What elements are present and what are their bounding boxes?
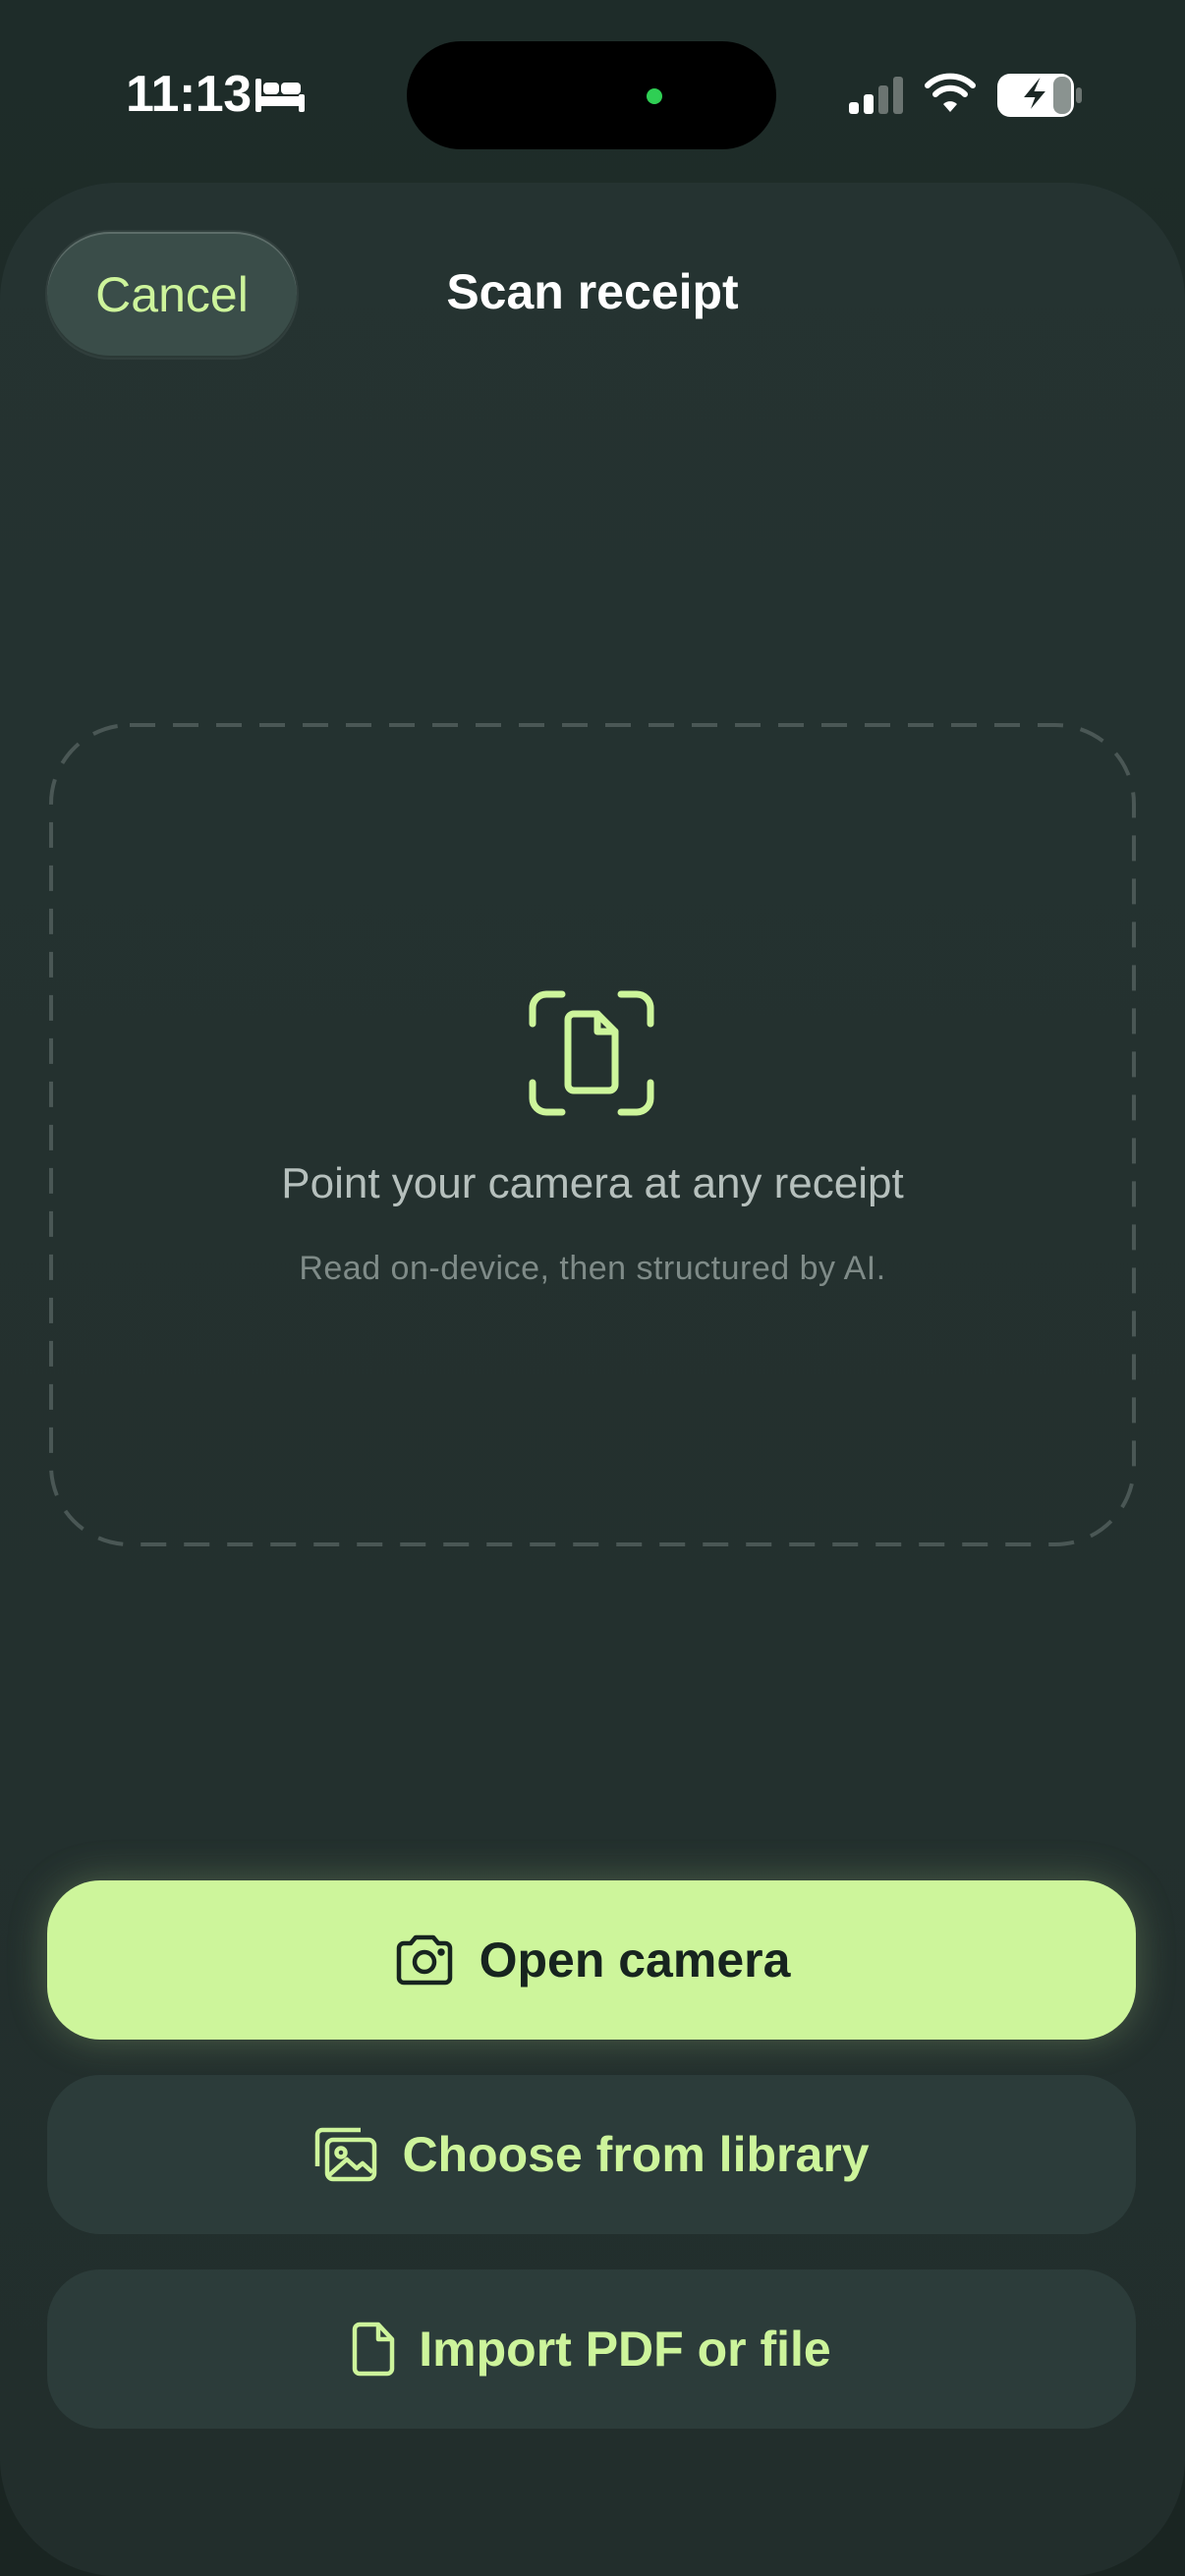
open-camera-label: Open camera: [479, 1932, 791, 1988]
file-icon: [353, 2322, 395, 2377]
scan-headline: Point your camera at any receipt: [281, 1159, 904, 1207]
import-pdf-or-file-label: Import PDF or file: [419, 2322, 831, 2377]
bed-icon: [255, 79, 305, 112]
screen: 11:13 Cancel Scan receipt Point your cam…: [0, 0, 1185, 2576]
cellular-signal-icon: [849, 77, 903, 114]
camera-in-use-indicator: [647, 88, 662, 104]
page-title: Scan receipt: [446, 264, 739, 319]
import-pdf-or-file-button[interactable]: Import PDF or file: [47, 2269, 1136, 2429]
status-time: 11:13: [126, 66, 252, 123]
photo-library-icon: [315, 2127, 377, 2182]
choose-from-library-label: Choose from library: [402, 2127, 870, 2182]
open-camera-button[interactable]: Open camera: [47, 1880, 1136, 2040]
dynamic-island: [407, 41, 776, 149]
camera-icon: [396, 1934, 452, 1986]
battery-charging-icon: [997, 74, 1082, 117]
choose-from-library-button[interactable]: Choose from library: [47, 2075, 1136, 2234]
dashed-border: [49, 723, 1136, 1546]
wifi-icon: [925, 73, 976, 112]
scan-drop-zone[interactable]: [49, 723, 1136, 1546]
scan-subtitle: Read on-device, then structured by AI.: [299, 1250, 886, 1287]
document-scan-icon: [529, 990, 654, 1116]
